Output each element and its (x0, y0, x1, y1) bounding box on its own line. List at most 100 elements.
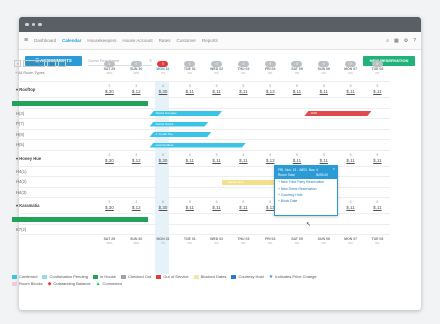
rate-cell[interactable]: 5$,11 (203, 151, 230, 166)
rate-value[interactable]: $,11 (284, 158, 311, 163)
rate-cell[interactable]: 3 $,12 (123, 82, 150, 97)
room-type-name[interactable]: ▾ Karamatia (12, 198, 96, 213)
rate-cell[interactable]: 5$,11 (310, 82, 337, 97)
rate-value[interactable]: $,11 (230, 89, 257, 94)
room-name[interactable]: H4(3) (12, 188, 96, 198)
rate-cell[interactable]: 5$,11 (176, 151, 203, 166)
day-header[interactable]: 0 TUE 01 0% (176, 58, 203, 81)
rate-value[interactable]: $,11 (364, 158, 391, 163)
rate-cell[interactable]: 5$,11 (176, 82, 203, 97)
rate-cell[interactable]: 3 $,30 (96, 151, 123, 166)
rate-value[interactable]: $,12 (123, 89, 150, 94)
rate-cell[interactable]: 5$,11 (310, 151, 337, 166)
rate-value[interactable]: $,11 (364, 89, 391, 94)
nav-dashboard[interactable]: Dashboard (34, 38, 56, 43)
day-header[interactable]: 0 TUE 08 0% (364, 58, 391, 81)
rate-value[interactable]: $,30 (96, 89, 123, 94)
rate-value[interactable]: $,30 (96, 205, 123, 210)
day-header[interactable]: 0 SUN 06 0% (310, 58, 337, 81)
day-header[interactable]: 0 MON 31 7% (150, 58, 177, 81)
rate-value[interactable]: $,11 (337, 158, 364, 163)
room-name[interactable]: H4(2) (12, 177, 96, 187)
rate-cell[interactable]: 5$,11 (230, 82, 257, 97)
rate-cell[interactable]: 6 $,30 (150, 82, 177, 97)
room-name[interactable]: K7(2) (12, 225, 96, 235)
rate-value[interactable]: $,13 (257, 158, 284, 163)
help-icon[interactable]: ? (413, 38, 416, 44)
rate-cell[interactable]: 5 $,13 (257, 151, 284, 166)
rate-value[interactable]: $,11 (310, 89, 337, 94)
rate-cell[interactable]: 5$,11 (203, 82, 230, 97)
rate-cell[interactable]: 5$,11 (364, 151, 391, 166)
rate-cell[interactable]: 5$,11 (230, 198, 257, 213)
day-header[interactable]: 0 SAT 05 0% (284, 58, 311, 81)
day-header[interactable]: 0 FRI 04 0% (257, 58, 284, 81)
rate-cell[interactable]: 5$,11 (203, 198, 230, 213)
rate-cell[interactable]: 5$,11 (230, 151, 257, 166)
nav-house-account[interactable]: House Account (122, 38, 152, 43)
grid-icon[interactable]: ▦ (394, 38, 399, 44)
rate-value[interactable]: $,11 (364, 205, 391, 210)
rate-value[interactable]: $,11 (203, 205, 230, 210)
rate-value[interactable]: $,11 (284, 89, 311, 94)
rate-value[interactable]: $,12 (123, 158, 150, 163)
rate-value[interactable]: $,30 (150, 205, 177, 210)
room-name[interactable]: H4(1) (12, 167, 96, 177)
reservation-bar-in-house[interactable] (12, 216, 148, 222)
rate-cell[interactable]: 3 $,12 (123, 151, 150, 166)
rate-value[interactable]: $,11 (230, 205, 257, 210)
rate-value[interactable]: $,11 (203, 158, 230, 163)
rate-cell[interactable]: 3 $,30 (96, 82, 123, 97)
room-name[interactable]: P(7) (12, 119, 96, 129)
window-dot-icon[interactable] (38, 22, 42, 27)
room-name[interactable]: H(5) (12, 140, 96, 150)
nav-calendar[interactable]: Calendar (62, 38, 81, 43)
rate-cell[interactable]: 5$,11 (364, 198, 391, 213)
rate-value[interactable]: $,11 (337, 89, 364, 94)
hamburger-icon[interactable]: ≡ (24, 37, 28, 44)
rate-value[interactable]: $,30 (150, 158, 177, 163)
rate-cell[interactable]: 3 $,30 (96, 198, 123, 213)
day-header[interactable]: 0 THU 03 0% (230, 58, 257, 81)
rate-value[interactable]: $,12 (123, 205, 150, 210)
rate-cell[interactable]: 6 $,30 (150, 198, 177, 213)
close-icon[interactable]: × (333, 166, 335, 172)
rate-cell[interactable]: 3 $,12 (123, 198, 150, 213)
rate-cell[interactable]: 5$,11 (176, 198, 203, 213)
chevron-left-icon[interactable]: ‹ (14, 60, 22, 67)
room-name[interactable]: H(3) (12, 109, 96, 119)
room-type-name[interactable]: ▾ Honey Hue (12, 151, 96, 166)
nav-reports[interactable]: Reports (202, 38, 218, 43)
day-header[interactable]: 0 WED 02 0% (203, 58, 230, 81)
rate-value[interactable]: $,11 (176, 158, 203, 163)
rate-cell[interactable]: 5$,11 (364, 82, 391, 97)
search-icon[interactable]: ⌕ (386, 38, 389, 44)
rate-value[interactable]: $,11 (203, 89, 230, 94)
rate-cell[interactable]: 6 $,30 (150, 151, 177, 166)
window-dot-icon[interactable] (25, 22, 29, 27)
nav-customer[interactable]: Customer (176, 38, 196, 43)
today-button[interactable]: TODAY ▾ (23, 60, 45, 67)
day-header[interactable]: 0 MON 07 0% (337, 58, 364, 81)
rate-value[interactable]: $,11 (337, 205, 364, 210)
rate-cell[interactable]: 5$,11 (337, 82, 364, 97)
nav-rates[interactable]: Rates (159, 38, 171, 43)
rate-cell[interactable]: 5$,11 (337, 151, 364, 166)
rate-value[interactable]: $,13 (257, 89, 284, 94)
rate-value[interactable]: $,11 (176, 205, 203, 210)
rate-cell[interactable]: 5$,11 (284, 82, 311, 97)
popup-item-block-date[interactable]: + Block Date (275, 198, 337, 204)
chevron-right-icon[interactable]: › (58, 60, 66, 67)
room-name[interactable]: H(9) (12, 130, 96, 140)
rate-cell[interactable]: 5 $,13 (257, 82, 284, 97)
gear-icon[interactable]: ⚙ (404, 38, 408, 44)
rate-value[interactable]: $,11 (230, 158, 257, 163)
rate-value[interactable]: $,11 (176, 89, 203, 94)
window-dot-icon[interactable] (31, 22, 35, 27)
room-type-name[interactable]: ▾ Rooftop (12, 82, 96, 97)
rate-value[interactable]: $,30 (150, 89, 177, 94)
calendar-icon[interactable]: ▦ (46, 60, 57, 67)
rate-cell[interactable]: 5$,11 (284, 151, 311, 166)
rate-value[interactable]: $,30 (96, 158, 123, 163)
day-header[interactable]: 0 SAT 29 49% (96, 58, 123, 81)
